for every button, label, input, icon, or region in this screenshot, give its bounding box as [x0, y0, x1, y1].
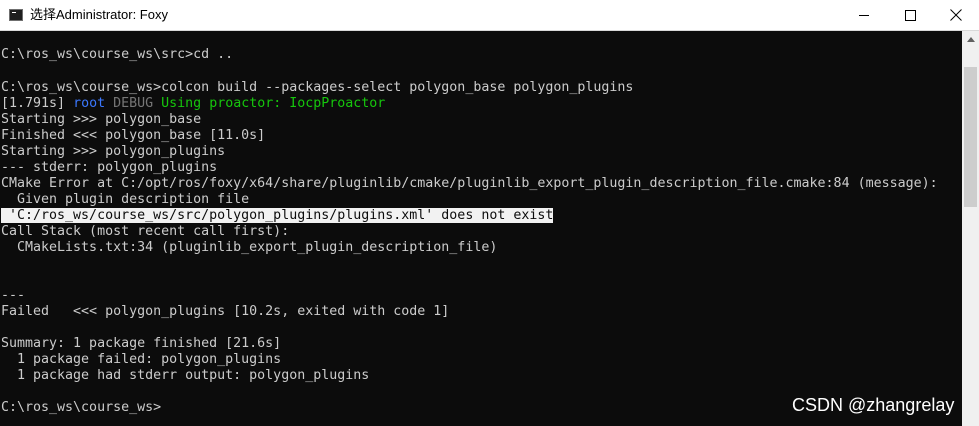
terminal-line: CMake Error at C:/opt/ros/foxy/x64/share…: [1, 176, 938, 191]
close-icon: [950, 9, 962, 21]
log-timestamp: [1.791s]: [1, 96, 66, 111]
terminal-line: Finished <<< polygon_base [11.0s]: [1, 128, 266, 143]
terminal-line: Summary: 1 package finished [21.6s]: [1, 336, 282, 351]
terminal-line: ---: [1, 288, 26, 303]
terminal-output[interactable]: C:\ros_ws\course_ws\src>cd .. C:\ros_ws\…: [0, 31, 962, 426]
terminal-line: Call Stack (most recent call first):: [1, 224, 290, 239]
terminal-line: Given plugin description file: [1, 192, 250, 207]
maximize-button[interactable]: [887, 0, 933, 30]
watermark: CSDN @zhangrelay: [792, 395, 955, 415]
minimize-icon: [859, 14, 869, 16]
log-message: Using proactor: IocpProactor: [161, 96, 386, 111]
terminal-prompt[interactable]: C:\ros_ws\course_ws>: [1, 400, 161, 416]
terminal-line: 1 package had stderr output: polygon_plu…: [1, 368, 370, 383]
close-button[interactable]: [933, 0, 979, 30]
title-bar[interactable]: 选择Administrator: Foxy: [0, 0, 979, 31]
terminal-line: Failed <<< polygon_plugins [10.2s, exite…: [1, 304, 450, 319]
log-level: DEBUG: [113, 96, 154, 111]
arrow-up-icon: [966, 37, 975, 42]
terminal-line: Starting >>> polygon_plugins: [1, 144, 226, 159]
window-title: 选择Administrator: Foxy: [30, 7, 168, 22]
terminal-line: C:\ros_ws\course_ws>colcon build --packa…: [1, 80, 634, 95]
scroll-up-button[interactable]: [962, 31, 979, 48]
scroll-thumb[interactable]: [964, 67, 977, 207]
cmd-prompt-glyph: [12, 12, 16, 15]
cmd-icon[interactable]: [9, 9, 23, 21]
terminal-line: 1 package failed: polygon_plugins: [1, 352, 282, 367]
log-logger: root: [73, 96, 106, 111]
terminal-line: --- stderr: polygon_plugins: [1, 160, 218, 175]
terminal-line-selected: 'C:/ros_ws/course_ws/src/polygon_plugins…: [1, 208, 554, 224]
terminal-line-debug: [1.791s] root DEBUG Using proactor: Iocp…: [1, 96, 385, 112]
maximize-icon: [904, 9, 916, 21]
minimize-button[interactable]: [841, 0, 887, 30]
selected-text[interactable]: 'C:/ros_ws/course_ws/src/polygon_plugins…: [1, 208, 554, 223]
terminal-line: Starting >>> polygon_base: [1, 112, 202, 127]
terminal-line: CMakeLists.txt:34 (pluginlib_export_plug…: [1, 240, 498, 255]
terminal-line: C:\ros_ws\course_ws\src>cd ..: [1, 47, 234, 62]
vertical-scrollbar[interactable]: [962, 31, 979, 426]
